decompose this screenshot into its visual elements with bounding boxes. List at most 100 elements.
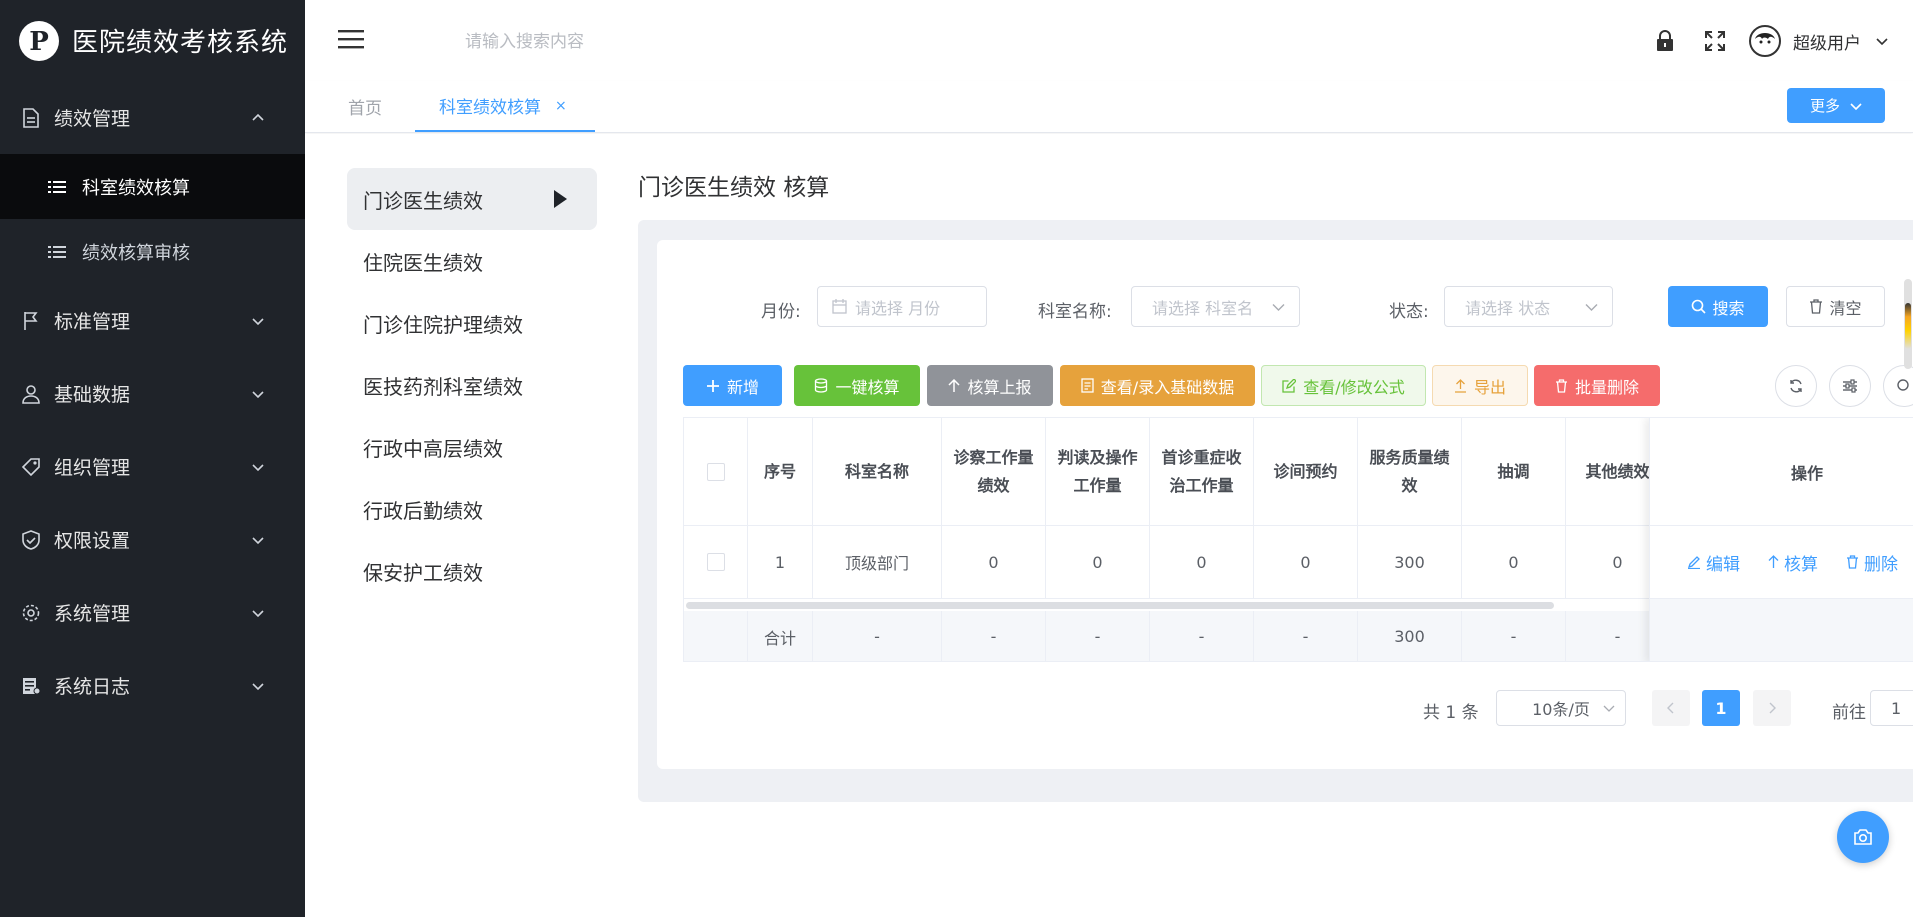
category-item[interactable]: 保安护工绩效 xyxy=(347,540,597,602)
vertical-scrollbar[interactable] xyxy=(1904,279,1912,369)
sidebar: P 医院绩效考核系统 绩效管理 科室绩效核算 绩效核算审核 标准管理 基础数据 … xyxy=(0,0,305,917)
submenu-item-dept-calc[interactable]: 科室绩效核算 xyxy=(0,154,305,219)
edit-link[interactable]: 编辑 xyxy=(1687,550,1754,575)
arrow-up-icon xyxy=(1768,555,1779,568)
chevron-right-icon xyxy=(1769,702,1776,714)
close-icon[interactable]: × xyxy=(555,98,567,114)
month-picker[interactable]: 请选择 月份 xyxy=(817,286,987,327)
refresh-icon xyxy=(1790,379,1802,393)
add-button[interactable]: 新增 xyxy=(683,365,782,406)
table-cell: 0 xyxy=(1462,526,1566,599)
menu-item-label: 标准管理 xyxy=(54,311,131,333)
more-button[interactable]: 更多 xyxy=(1787,88,1885,123)
tab-home[interactable]: 首页 xyxy=(348,81,382,132)
submenu-item-calc-review[interactable]: 绩效核算审核 xyxy=(0,219,305,284)
global-search-input[interactable] xyxy=(465,26,765,58)
category-item[interactable]: 门诊医生绩效 xyxy=(347,168,597,230)
fullscreen-icon[interactable] xyxy=(1703,29,1727,53)
status-select[interactable]: 请选择 状态 xyxy=(1444,286,1613,327)
table-header-row: 序号 科室名称 诊察工作量绩效 判读及操作工作量 首诊重症收治工作量 诊间预约 … xyxy=(684,418,1670,526)
category-item[interactable]: 医技药剂科室绩效 xyxy=(347,354,597,416)
category-item[interactable]: 门诊住院护理绩效 xyxy=(347,292,597,354)
tab-dept-calc[interactable]: 科室绩效核算 × xyxy=(415,81,595,132)
data-table: 序号 科室名称 诊察工作量绩效 判读及操作工作量 首诊重症收治工作量 诊间预约 … xyxy=(683,417,1913,662)
batch-delete-button[interactable]: 批量删除 xyxy=(1534,365,1660,406)
menu-group-performance: 绩效管理 科室绩效核算 绩效核算审核 xyxy=(0,81,305,284)
batch-delete-label: 批量删除 xyxy=(1574,377,1639,397)
status-label: 状态: xyxy=(1389,302,1429,322)
one-click-calc-button[interactable]: 一键核算 xyxy=(794,365,920,406)
chevron-down-icon xyxy=(1585,303,1598,311)
sliders-icon xyxy=(1843,379,1857,393)
gear-icon xyxy=(20,602,42,624)
tabs-bar: 首页 科室绩效核算 × 更多 xyxy=(305,81,1913,133)
table-summary-cell: - xyxy=(1462,611,1566,661)
table-header-cell: 服务质量绩效 xyxy=(1358,418,1462,526)
table-cell: 顶级部门 xyxy=(813,526,942,599)
page-title: 门诊医生绩效 核算 xyxy=(638,175,830,201)
category-label: 行政中高层绩效 xyxy=(363,436,503,461)
menu-item-basic-data[interactable]: 基础数据 xyxy=(0,357,305,430)
category-item[interactable]: 行政中高层绩效 xyxy=(347,416,597,478)
dept-placeholder: 请选择 科室名 xyxy=(1152,298,1254,318)
caret-right-icon xyxy=(554,190,567,208)
refresh-button[interactable] xyxy=(1775,365,1817,407)
scrollbar-thumb[interactable] xyxy=(1905,303,1911,349)
menu-item-performance[interactable]: 绩效管理 xyxy=(0,81,305,154)
export-button[interactable]: 导出 xyxy=(1432,365,1528,406)
lock-icon[interactable] xyxy=(1653,29,1677,53)
month-placeholder: 请选择 月份 xyxy=(855,298,941,318)
next-page-button[interactable] xyxy=(1753,690,1791,726)
chevron-down-icon[interactable] xyxy=(1875,34,1889,48)
search-toggle-button[interactable] xyxy=(1883,365,1913,407)
panel-inner: 月份: 请选择 月份 科室名称: 请选择 科室名 状态: 请选择 状态 搜索 清… xyxy=(657,240,1913,769)
horizontal-scrollbar[interactable] xyxy=(686,602,1554,609)
calc-link[interactable]: 核算 xyxy=(1768,550,1832,575)
category-item[interactable]: 住院医生绩效 xyxy=(347,230,597,292)
submenu-item-label: 科室绩效核算 xyxy=(82,177,190,199)
menu-item-logs[interactable]: 系统日志 xyxy=(0,649,305,722)
clear-button-label: 清空 xyxy=(1829,298,1862,318)
report-button[interactable]: 核算上报 xyxy=(927,365,1053,406)
view-base-data-button[interactable]: 查看/录入基础数据 xyxy=(1060,365,1255,406)
hamburger-menu-icon[interactable] xyxy=(338,28,364,50)
screenshot-button[interactable] xyxy=(1837,811,1889,863)
plus-icon xyxy=(706,379,719,392)
select-all-checkbox[interactable] xyxy=(706,462,725,481)
goto-page-value: 1 xyxy=(1891,698,1902,718)
edit-icon xyxy=(1282,378,1297,393)
menu-item-org[interactable]: 组织管理 xyxy=(0,430,305,503)
column-settings-button[interactable] xyxy=(1829,365,1871,407)
goto-page-input[interactable]: 1 xyxy=(1870,690,1913,726)
menu-item-standards[interactable]: 标准管理 xyxy=(0,284,305,357)
view-formula-button[interactable]: 查看/修改公式 xyxy=(1261,365,1426,406)
table-summary-cell: - xyxy=(813,611,942,661)
delete-link[interactable]: 删除 xyxy=(1846,550,1912,575)
table-summary-cell: - xyxy=(1150,611,1254,661)
operations-summary-cell xyxy=(1650,599,1913,661)
page-size-value: 10条/页 xyxy=(1532,700,1590,719)
row-checkbox[interactable] xyxy=(706,553,725,571)
search-button[interactable]: 搜索 xyxy=(1668,286,1768,327)
table-header-cell: 首诊重症收治工作量 xyxy=(1150,418,1254,526)
prev-page-button[interactable] xyxy=(1652,690,1690,726)
chevron-down-icon xyxy=(252,536,264,544)
menu-item-label: 系统管理 xyxy=(54,603,131,625)
edit-link-label: 编辑 xyxy=(1706,554,1740,575)
avatar[interactable] xyxy=(1749,25,1781,57)
table-checkbox-cell xyxy=(684,526,748,599)
page-number-current[interactable]: 1 xyxy=(1702,690,1740,726)
clear-button[interactable]: 清空 xyxy=(1786,286,1885,327)
table-cell: 1 xyxy=(748,526,813,599)
menu-item-system[interactable]: 系统管理 xyxy=(0,576,305,649)
user-name[interactable]: 超级用户 xyxy=(1793,29,1861,54)
menu-item-permissions[interactable]: 权限设置 xyxy=(0,503,305,576)
dept-label: 科室名称: xyxy=(1038,302,1112,322)
chevron-down-icon xyxy=(1603,705,1615,712)
page-size-select[interactable]: 10条/页 xyxy=(1496,690,1626,726)
more-button-label: 更多 xyxy=(1809,97,1840,115)
dept-select[interactable]: 请选择 科室名 xyxy=(1131,286,1300,327)
table-summary-row: 合计 - - - - - 300 - - xyxy=(684,611,1670,661)
pagination-total: 共 1 条 xyxy=(1423,703,1479,723)
category-item[interactable]: 行政后勤绩效 xyxy=(347,478,597,540)
